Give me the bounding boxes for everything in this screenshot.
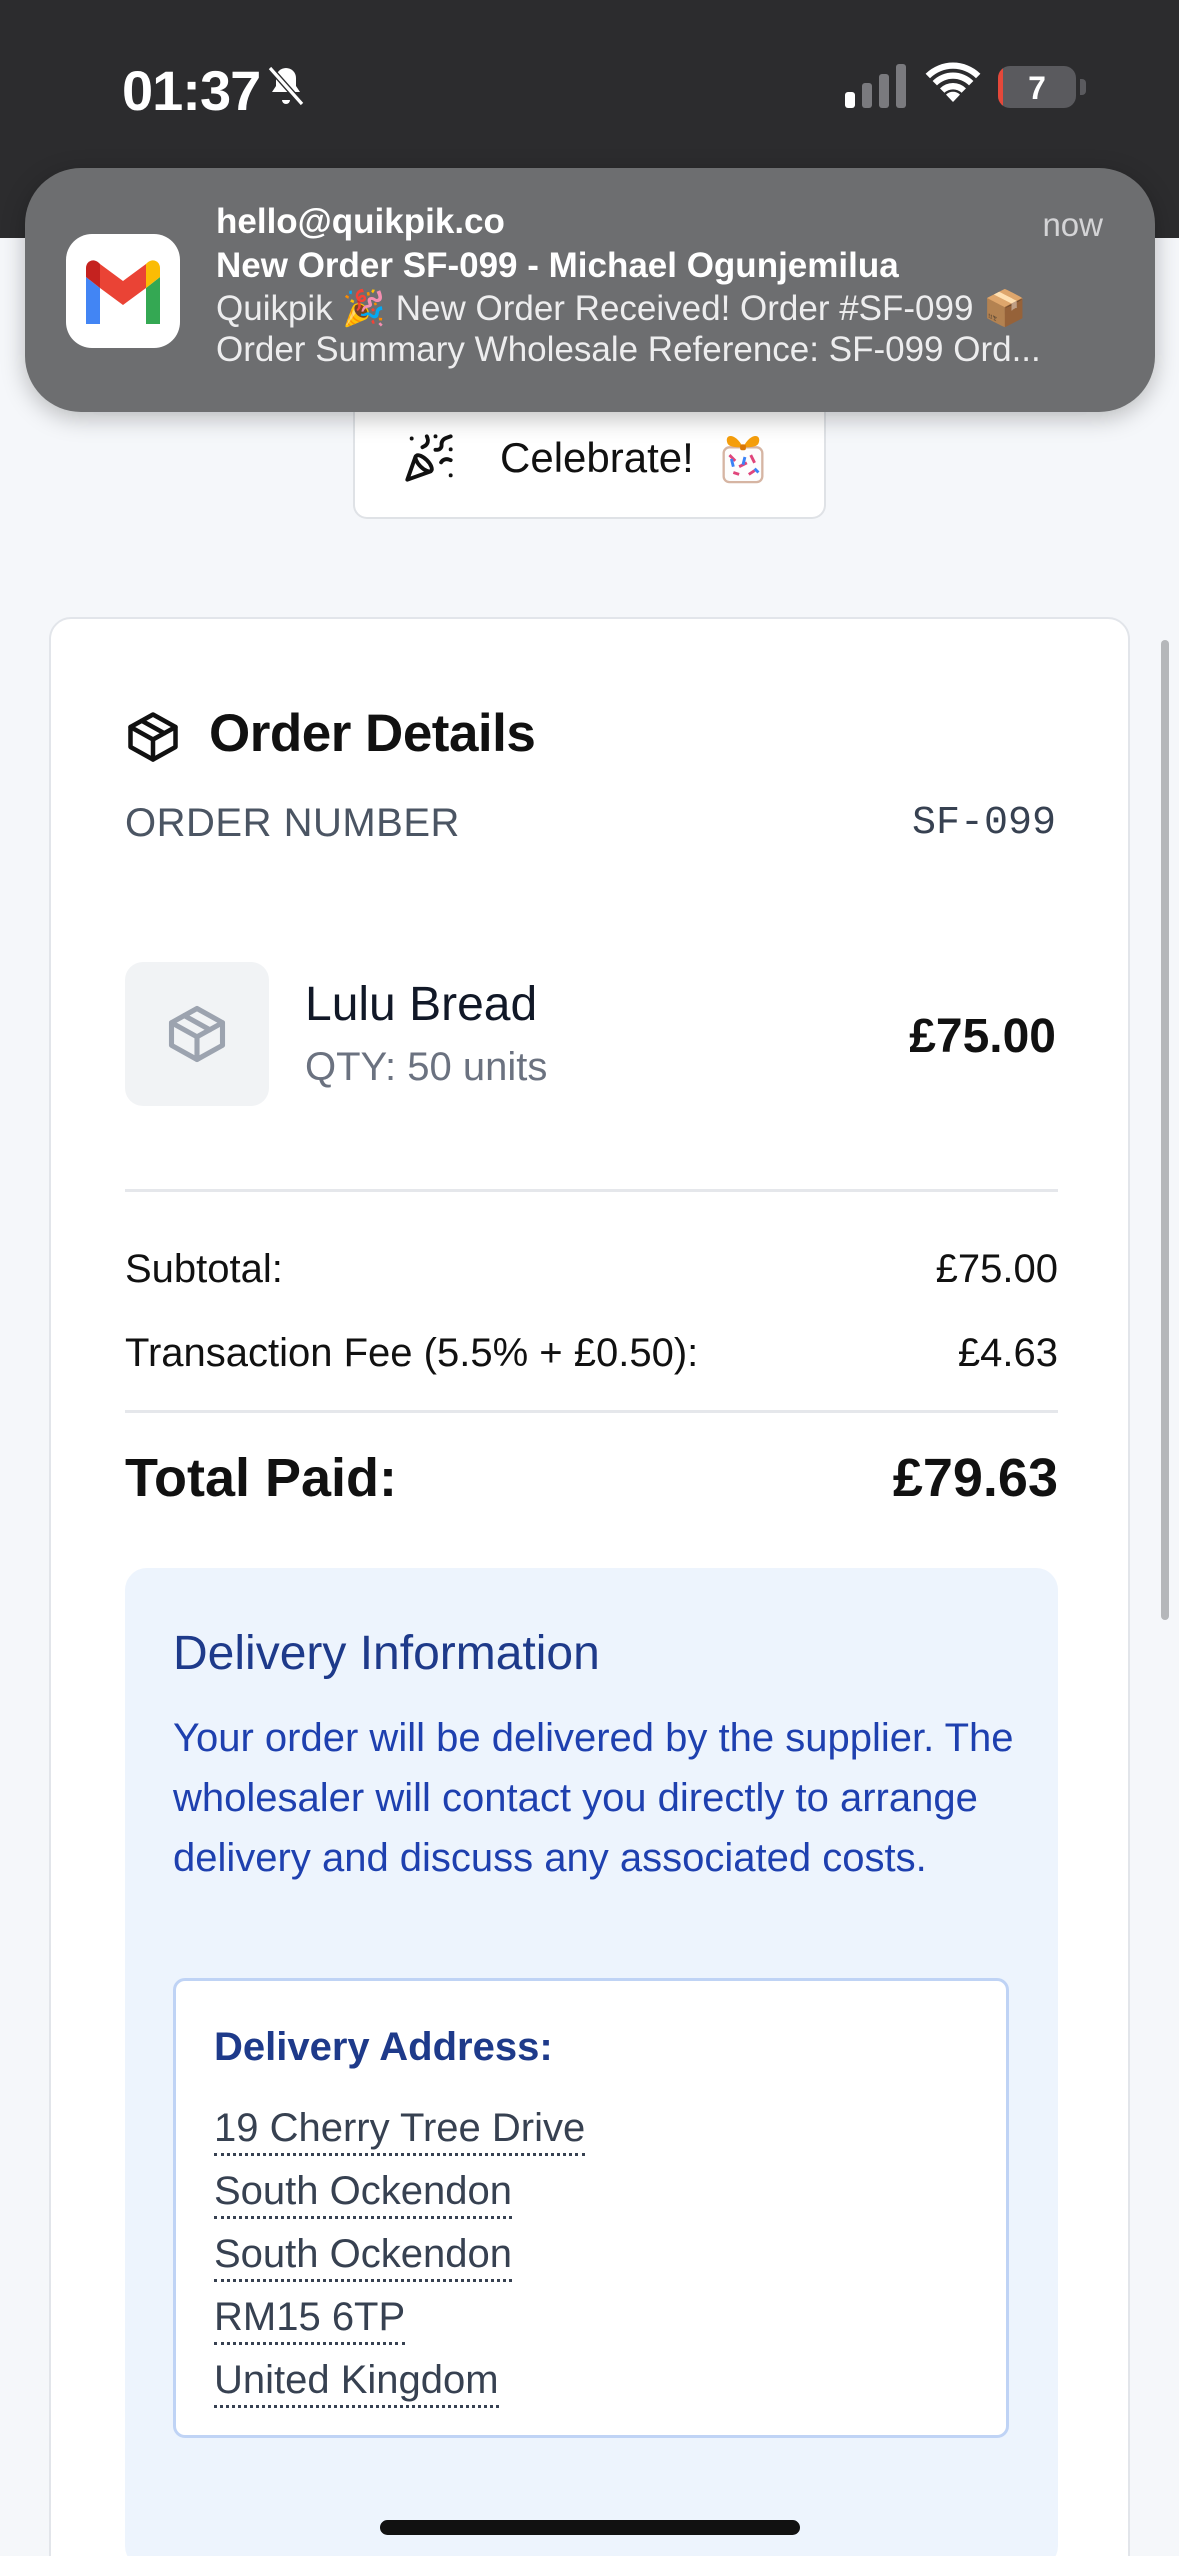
divider — [125, 1410, 1058, 1413]
delivery-info-panel: Delivery Information Your order will be … — [125, 1568, 1058, 2556]
wifi-icon — [925, 62, 981, 102]
celebrate-button[interactable]: Celebrate! — [353, 412, 826, 519]
total-row: Total Paid: £79.63 — [125, 1447, 1058, 1509]
notification-sender: hello@quikpik.co — [216, 202, 505, 241]
subtotal-row: Subtotal: £75.00 — [125, 1247, 1058, 1292]
subtotal-value: £75.00 — [935, 1247, 1058, 1291]
cellular-signal-icon — [845, 64, 906, 108]
order-number-label: ORDER NUMBER — [125, 801, 460, 845]
transaction-fee-label: Transaction Fee (5.5% + £0.50): — [125, 1331, 699, 1375]
bell-slash-icon — [267, 66, 305, 106]
package-icon — [168, 1005, 226, 1063]
notification-preview-line: Order Summary Wholesale Reference: SF-09… — [216, 330, 1041, 369]
notification-subject: New Order SF-099 - Michael Ogunjemilua — [216, 246, 899, 285]
email-notification[interactable]: hello@quikpik.co now New Order SF-099 - … — [25, 168, 1155, 412]
delivery-info-text: Your order will be delivered by the supp… — [173, 1716, 1014, 1880]
item-name: Lulu Bread — [305, 978, 538, 1031]
address-line[interactable]: United Kingdom — [214, 2355, 499, 2408]
address-line[interactable]: South Ockendon — [214, 2166, 512, 2219]
party-popper-icon — [405, 434, 453, 482]
transaction-fee-value: £4.63 — [957, 1331, 1058, 1375]
battery-level: 7 — [1028, 70, 1046, 106]
gift-icon — [722, 435, 764, 484]
item-thumbnail — [125, 962, 269, 1106]
package-icon — [128, 712, 178, 762]
order-details-card: Order Details ORDER NUMBER SF-099 Lulu B… — [49, 617, 1130, 2556]
order-number-value: SF-099 — [911, 801, 1056, 846]
home-indicator[interactable] — [380, 2520, 800, 2535]
notification-preview-line: Quikpik 🎉 New Order Received! Order #SF-… — [216, 289, 1027, 328]
delivery-address-box: Delivery Address: 19 Cherry Tree Drive S… — [173, 1978, 1009, 2438]
scrollbar[interactable] — [1161, 640, 1169, 1620]
delivery-address-title: Delivery Address: — [214, 2025, 553, 2069]
address-line[interactable]: 19 Cherry Tree Drive — [214, 2103, 586, 2156]
battery-cap — [1080, 79, 1086, 95]
status-time: 01:37 — [122, 59, 261, 122]
gmail-icon — [66, 234, 180, 348]
battery-icon: 7 — [998, 66, 1076, 108]
notification-time: now — [1042, 206, 1103, 243]
order-details-title: Order Details — [209, 704, 536, 763]
delivery-address-lines: 19 Cherry Tree Drive South Ockendon Sout… — [214, 2103, 586, 2418]
total-value: £79.63 — [892, 1448, 1058, 1508]
subtotal-label: Subtotal: — [125, 1247, 283, 1291]
divider — [125, 1189, 1058, 1192]
transaction-fee-row: Transaction Fee (5.5% + £0.50): £4.63 — [125, 1331, 1058, 1376]
address-line[interactable]: South Ockendon — [214, 2229, 512, 2282]
item-quantity: QTY: 50 units — [305, 1045, 548, 1089]
delivery-info-title: Delivery Information — [173, 1627, 600, 1680]
address-line[interactable]: RM15 6TP — [214, 2292, 406, 2345]
item-price: £75.00 — [909, 1010, 1056, 1063]
celebrate-label: Celebrate! — [500, 434, 694, 481]
total-label: Total Paid: — [125, 1448, 398, 1508]
